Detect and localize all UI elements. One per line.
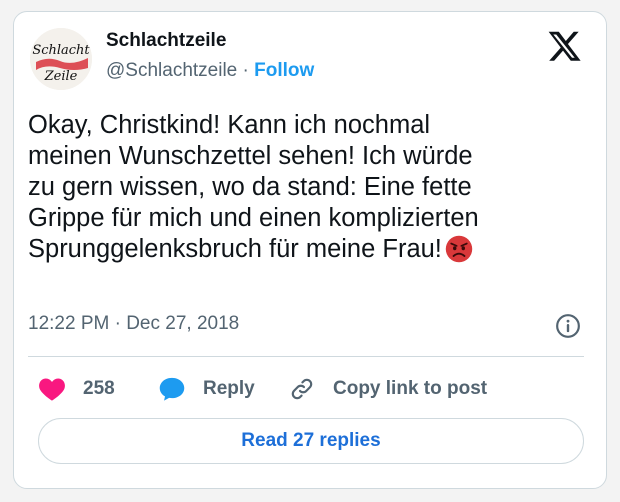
tweet-text-line: meinen Wunschzettel sehen! Ich würde [28,142,473,170]
link-icon [291,378,313,400]
reply-button[interactable]: Reply [158,376,255,402]
tweet-text-line: Okay, Christkind! Kann ich nochmal [28,111,431,139]
x-logo-icon[interactable] [547,31,581,62]
avatar-text-top: Schlacht [32,43,90,58]
copy-link-label: Copy link to post [333,378,488,399]
tweet-timestamp[interactable]: 12:22 PM · Dec 27, 2018 [28,313,239,335]
angry-face-emoji-icon [445,235,473,263]
like-count: 258 [83,378,115,399]
tweet-text-line: zu gern wissen, wo da stand: Eine fette [28,173,472,201]
author-handle-row: @Schlachtzeile · Follow [106,60,314,82]
like-button[interactable]: 258 [38,376,115,402]
info-icon[interactable] [555,313,581,339]
reply-label: Reply [203,378,255,399]
follow-button[interactable]: Follow [254,60,314,81]
author-display-name[interactable]: Schlachtzeile [106,30,226,52]
tweet-text: Okay, Christkind! Kann ich nochmal meine… [28,110,578,265]
copy-link-button[interactable]: Copy link to post [288,376,487,402]
avatar[interactable]: Schlacht Zeile [30,28,92,90]
author-handle[interactable]: @Schlachtzeile [106,60,237,81]
divider [28,356,584,357]
tweet-text-line: Sprunggelenksbruch für meine Frau! [28,235,442,263]
avatar-logo-image: Schlacht Zeile [30,28,92,90]
handle-separator: · [242,60,249,81]
speech-bubble-icon [159,377,185,401]
read-replies-button[interactable]: Read 27 replies [38,418,584,464]
heart-icon [39,378,65,401]
tweet-text-line: Grippe für mich und einen komplizierten [28,204,479,232]
avatar-text-bottom: Zeile [44,69,78,84]
tweet-text-last-line-wrapper: Sprunggelenksbruch für meine Frau! [28,234,578,265]
